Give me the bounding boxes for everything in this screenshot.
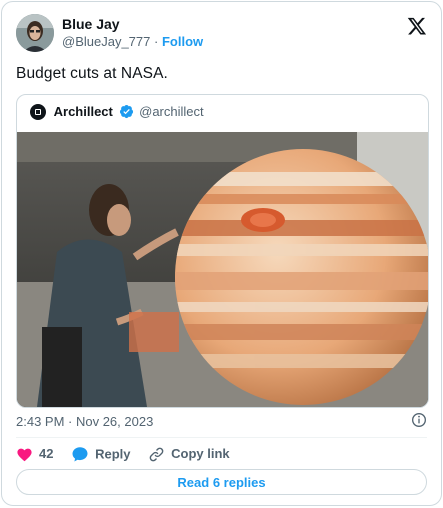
copy-link-button[interactable]: Copy link <box>148 445 230 462</box>
like-count: 42 <box>39 446 54 462</box>
x-logo-icon[interactable] <box>407 16 427 36</box>
quoted-author-name[interactable]: Archillect <box>54 104 113 119</box>
author-name[interactable]: Blue Jay <box>62 16 120 32</box>
follow-button[interactable]: Follow <box>162 34 203 49</box>
read-replies-button[interactable]: Read 6 replies <box>16 469 427 495</box>
quoted-avatar[interactable] <box>30 103 46 120</box>
reply-button[interactable]: Reply <box>71 445 131 463</box>
quoted-tweet-image[interactable] <box>17 132 428 407</box>
tweet-timestamp[interactable]: 2:43 PM · Nov 26, 2023 <box>16 414 153 429</box>
author-handle[interactable]: @BlueJay_777 <box>62 34 150 49</box>
quoted-tweet-header: Archillect @archillect <box>30 103 204 123</box>
tweet-header: Blue Jay @BlueJay_777 · Follow <box>16 14 429 54</box>
verified-badge-icon <box>119 105 133 119</box>
like-button[interactable]: 42 <box>16 445 53 462</box>
quoted-tweet[interactable]: Archillect @archillect <box>16 94 429 408</box>
reply-label: Reply <box>95 446 131 462</box>
quoted-author-handle[interactable]: @archillect <box>139 104 204 119</box>
tweet-text: Budget cuts at NASA. <box>16 65 168 82</box>
avatar-image <box>16 14 54 52</box>
copy-link-label: Copy link <box>171 446 230 462</box>
heart-icon <box>17 448 32 461</box>
divider <box>16 437 427 438</box>
info-icon[interactable] <box>411 412 427 428</box>
action-bar: 42 Reply Copy link <box>16 445 244 463</box>
reply-bubble-icon <box>72 447 88 462</box>
embedded-tweet-card: Blue Jay @BlueJay_777 · Follow Budget cu… <box>1 1 442 506</box>
link-icon <box>149 447 164 461</box>
author-handle-row: @BlueJay_777 · Follow <box>62 34 203 49</box>
separator-dot: · <box>154 34 159 49</box>
author-avatar[interactable] <box>16 14 54 52</box>
